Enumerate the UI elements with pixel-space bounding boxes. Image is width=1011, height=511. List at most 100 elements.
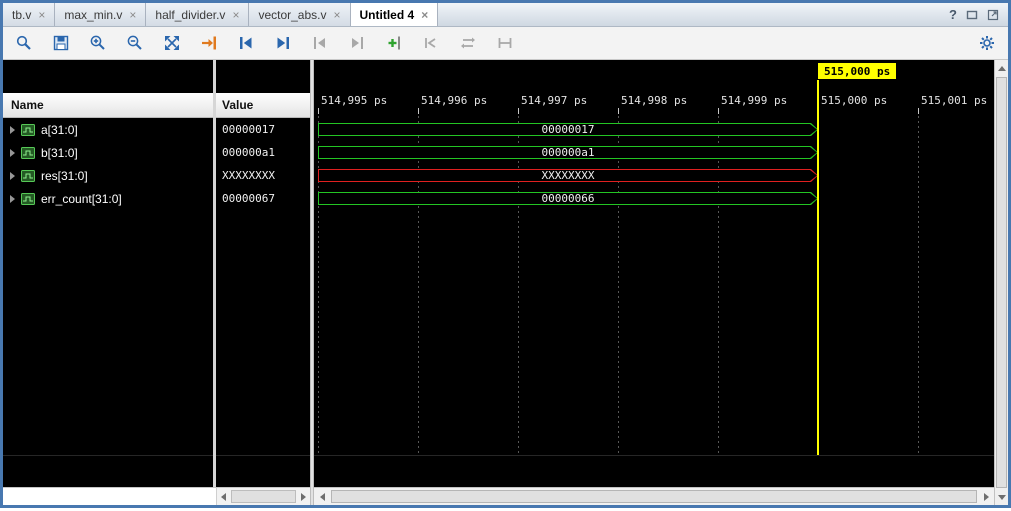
help-button[interactable]: ? xyxy=(949,7,957,22)
tab-label: tb.v xyxy=(12,8,31,22)
cursor-line[interactable] xyxy=(817,80,819,455)
tab-label: max_min.v xyxy=(64,8,122,22)
signal-icon xyxy=(21,170,35,182)
arrow-right-icon xyxy=(301,493,306,501)
tab-close-icon[interactable]: × xyxy=(38,9,45,21)
signals-panel-header-spacer xyxy=(3,60,310,93)
zoom-fit-button[interactable] xyxy=(162,33,182,53)
scroll-right-button[interactable] xyxy=(978,488,994,505)
expand-arrow-icon[interactable] xyxy=(10,172,15,180)
waveform-canvas[interactable]: 00000017 000000a1 XXXXXXXX xyxy=(314,116,994,487)
scrollbar-track[interactable] xyxy=(330,488,978,505)
scroll-left-button[interactable] xyxy=(314,488,330,505)
go-to-start-icon xyxy=(422,34,440,52)
expand-arrow-icon[interactable] xyxy=(10,126,15,134)
add-marker-button[interactable] xyxy=(384,33,404,53)
waveform-bus[interactable]: XXXXXXXX xyxy=(318,169,818,182)
waveform-end-divider xyxy=(314,455,994,456)
zoom-out-button[interactable] xyxy=(125,33,145,53)
tab-label: Untitled 4 xyxy=(360,8,415,22)
signal-value: 00000017 xyxy=(213,123,275,136)
scroll-right-button[interactable] xyxy=(297,488,310,505)
name-column-header: Name xyxy=(3,98,213,112)
tab-bar-controls: ? xyxy=(949,3,1008,26)
wave-toolbar xyxy=(3,27,1008,60)
tab-max-min-v[interactable]: max_min.v × xyxy=(55,3,146,26)
waveform-panel: 515,000 ps 514,995 ps 514,996 ps 514,997… xyxy=(314,60,994,505)
next-transition-button[interactable] xyxy=(273,33,293,53)
name-value-column-splitter[interactable] xyxy=(213,60,216,487)
time-range-button[interactable] xyxy=(495,33,515,53)
scrollbar-thumb[interactable] xyxy=(996,77,1007,488)
tab-half-divider-v[interactable]: half_divider.v × xyxy=(146,3,249,26)
tab-close-icon[interactable]: × xyxy=(129,9,136,21)
signal-row[interactable]: res[31:0] XXXXXXXX xyxy=(3,164,310,187)
waveform-bus[interactable]: 000000a1 xyxy=(318,146,818,159)
swap-cursors-icon xyxy=(459,34,477,52)
scrollbar-thumb[interactable] xyxy=(231,490,296,503)
arrow-down-icon xyxy=(998,495,1006,500)
float-window-icon[interactable] xyxy=(966,9,978,21)
signal-value: XXXXXXXX xyxy=(213,169,275,182)
bus-value: 00000066 xyxy=(318,192,818,205)
tab-close-icon[interactable]: × xyxy=(421,9,428,21)
scroll-down-button[interactable] xyxy=(995,489,1008,505)
signal-row[interactable]: err_count[31:0] 00000067 xyxy=(3,187,310,210)
zoom-fit-icon xyxy=(163,34,181,52)
maximize-window-icon[interactable] xyxy=(987,9,999,21)
waveform-horizontal-scrollbar[interactable] xyxy=(314,487,994,505)
waveform-bus[interactable]: 00000066 xyxy=(318,192,818,205)
swap-cursors-button[interactable] xyxy=(458,33,478,53)
gear-icon xyxy=(978,34,996,52)
tab-vector-abs-v[interactable]: vector_abs.v × xyxy=(249,3,350,26)
waveform-viewer-window: tb.v × max_min.v × half_divider.v × vect… xyxy=(3,3,1008,505)
tab-close-icon[interactable]: × xyxy=(232,9,239,21)
signal-row[interactable]: a[31:0] 00000017 xyxy=(3,118,310,141)
tab-tb-v[interactable]: tb.v × xyxy=(3,3,55,26)
scrollbar-thumb[interactable] xyxy=(331,490,977,503)
vertical-scrollbar[interactable] xyxy=(994,60,1008,505)
find-button[interactable] xyxy=(14,33,34,53)
signals-list: a[31:0] 00000017 b[31:0] 000000a1 res[31… xyxy=(3,118,310,487)
value-column-scrollbar[interactable] xyxy=(216,488,310,505)
signal-value: 00000067 xyxy=(213,192,275,205)
waveform-bus[interactable]: 00000017 xyxy=(318,123,818,136)
cursor-time-label[interactable]: 515,000 ps xyxy=(818,63,896,79)
add-marker-icon xyxy=(385,34,403,52)
settings-button[interactable] xyxy=(977,33,997,53)
next-marker-button[interactable] xyxy=(347,33,367,53)
signal-name: a[31:0] xyxy=(41,123,78,137)
waveform-row: XXXXXXXX xyxy=(314,164,994,187)
save-button[interactable] xyxy=(51,33,71,53)
bus-value: 00000017 xyxy=(318,123,818,136)
arrow-left-icon xyxy=(221,493,226,501)
signals-panel: Name Value a[31:0] 00000017 b[31:0] 0000… xyxy=(3,60,310,505)
tab-label: vector_abs.v xyxy=(258,8,326,22)
signal-icon xyxy=(21,193,35,205)
tab-close-icon[interactable]: × xyxy=(334,9,341,21)
bus-value: XXXXXXXX xyxy=(318,169,818,182)
scroll-up-button[interactable] xyxy=(995,60,1008,76)
previous-transition-button[interactable] xyxy=(236,33,256,53)
zoom-in-icon xyxy=(89,34,107,52)
expand-arrow-icon[interactable] xyxy=(10,149,15,157)
go-to-start-button[interactable] xyxy=(421,33,441,53)
zoom-in-button[interactable] xyxy=(88,33,108,53)
value-column-header: Value xyxy=(213,98,253,112)
previous-marker-button[interactable] xyxy=(310,33,330,53)
signal-row[interactable]: b[31:0] 000000a1 xyxy=(3,141,310,164)
previous-transition-icon xyxy=(237,34,255,52)
next-marker-icon xyxy=(348,34,366,52)
go-to-time-button[interactable] xyxy=(199,33,219,53)
scrollbar-track[interactable] xyxy=(230,488,297,505)
zoom-out-icon xyxy=(126,34,144,52)
tab-untitled-4[interactable]: Untitled 4 × xyxy=(351,3,439,26)
save-icon xyxy=(52,34,70,52)
time-ruler[interactable]: 514,995 ps 514,996 ps 514,997 ps 514,998… xyxy=(314,86,994,116)
time-range-icon xyxy=(496,34,514,52)
find-icon xyxy=(15,34,33,52)
go-to-time-icon xyxy=(200,34,218,52)
scroll-left-button[interactable] xyxy=(217,488,230,505)
signal-icon xyxy=(21,147,35,159)
expand-arrow-icon[interactable] xyxy=(10,195,15,203)
